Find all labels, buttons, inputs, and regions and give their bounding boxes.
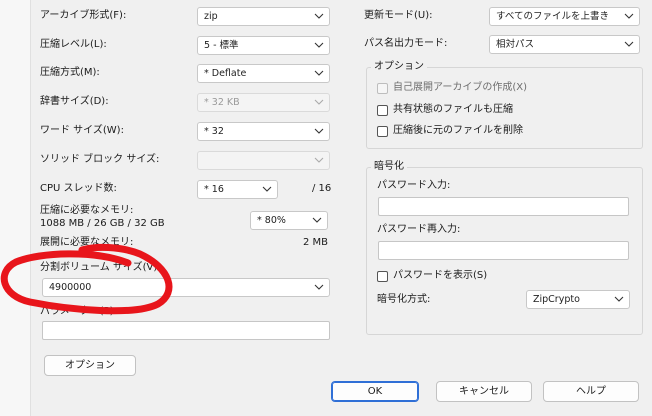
memory-usage-value: * 80% [257, 215, 286, 226]
word-size-label: ワード サイズ(W): [40, 125, 124, 136]
password-label: パスワード入力: [377, 180, 451, 191]
dictionary-size-select[interactable]: * 32 KB [197, 93, 330, 112]
delete-after-checkbox[interactable] [377, 126, 388, 137]
split-volume-value: 4900000 [49, 282, 92, 293]
chevron-down-icon [314, 126, 324, 136]
encryption-group-title: 暗号化 [371, 161, 407, 173]
decompress-memory-value: 2 MB [303, 237, 329, 248]
chevron-down-icon [314, 11, 324, 21]
path-mode-value: 相対パス [496, 39, 535, 50]
ok-button[interactable]: OK [331, 381, 419, 402]
chevron-down-icon [262, 184, 272, 194]
cancel-button[interactable]: キャンセル [436, 381, 532, 402]
shared-files-checkbox[interactable] [377, 105, 388, 116]
show-password-label: パスワードを表示(S) [393, 270, 488, 281]
solid-block-size-label: ソリッド ブロック サイズ: [40, 154, 160, 165]
word-size-value: * 32 [204, 126, 224, 137]
chevron-down-icon [314, 155, 324, 165]
cpu-threads-label: CPU スレッド数: [40, 183, 117, 194]
compression-method-select[interactable]: * Deflate [197, 64, 330, 83]
add-to-archive-dialog: アーカイブ形式(F): zip 圧縮レベル(L): 5 - 標準 圧縮方式(M)… [31, 0, 652, 416]
archive-format-label: アーカイブ形式(F): [40, 10, 127, 21]
chevron-down-icon [314, 68, 324, 78]
chevron-down-icon [312, 215, 322, 225]
background-window-edge [0, 0, 31, 416]
chevron-down-icon [614, 294, 624, 304]
compression-level-select[interactable]: 5 - 標準 [197, 36, 330, 55]
decompress-memory-label: 展開に必要なメモリ: [40, 237, 134, 248]
chevron-down-icon [314, 282, 324, 292]
archive-format-value: zip [204, 11, 218, 22]
password-input[interactable] [378, 197, 629, 216]
compression-method-label: 圧縮方式(M): [40, 67, 100, 78]
memory-usage-select[interactable]: * 80% [250, 211, 328, 230]
update-mode-value: すべてのファイルを上書き [496, 11, 609, 22]
cpu-threads-value: * 16 [204, 184, 224, 195]
update-mode-select[interactable]: すべてのファイルを上書き [489, 7, 640, 26]
chevron-down-icon [624, 39, 634, 49]
shared-files-label: 共有状態のファイルも圧縮 [393, 104, 513, 115]
path-mode-label: パス名出力モード: [364, 38, 448, 49]
compression-level-value: 5 - 標準 [204, 40, 239, 51]
split-volume-select[interactable]: 4900000 [42, 278, 330, 297]
help-button[interactable]: ヘルプ [543, 381, 639, 402]
memory-usage-label: 圧縮に必要なメモリ: [40, 205, 134, 216]
compression-level-label: 圧縮レベル(L): [40, 39, 107, 50]
delete-after-label: 圧縮後に元のファイルを削除 [393, 125, 523, 136]
show-password-checkbox[interactable] [377, 271, 388, 282]
update-mode-label: 更新モード(U): [364, 10, 433, 21]
dictionary-size-value: * 32 KB [204, 97, 240, 108]
cpu-threads-select[interactable]: * 16 [197, 180, 278, 199]
reenter-password-label: パスワード再入力: [377, 224, 461, 235]
archive-format-select[interactable]: zip [197, 7, 330, 26]
options-group-title: オプション [371, 61, 427, 73]
options-button[interactable]: オプション [44, 355, 136, 376]
compression-method-value: * Deflate [204, 68, 247, 79]
split-volume-label: 分割ボリューム サイズ(V): [40, 262, 161, 273]
parameters-label: パラメーター(P): [40, 306, 117, 317]
solid-block-size-select[interactable] [197, 151, 330, 170]
reenter-password-input[interactable] [378, 241, 629, 260]
sfx-label: 自己展開アーカイブの作成(X) [393, 82, 528, 93]
parameters-input[interactable] [42, 321, 330, 340]
path-mode-select[interactable]: 相対パス [489, 35, 640, 54]
memory-usage-detail: 1088 MB / 26 GB / 32 GB [40, 218, 165, 229]
encryption-method-value: ZipCrypto [533, 294, 580, 305]
dictionary-size-label: 辞書サイズ(D): [40, 96, 109, 107]
chevron-down-icon [314, 40, 324, 50]
sfx-checkbox[interactable] [377, 83, 388, 94]
encryption-method-select[interactable]: ZipCrypto [526, 290, 630, 309]
chevron-down-icon [314, 97, 324, 107]
encryption-method-label: 暗号化方式: [377, 294, 431, 305]
word-size-select[interactable]: * 32 [197, 122, 330, 141]
chevron-down-icon [624, 11, 634, 21]
cpu-threads-max: / 16 [312, 183, 332, 194]
